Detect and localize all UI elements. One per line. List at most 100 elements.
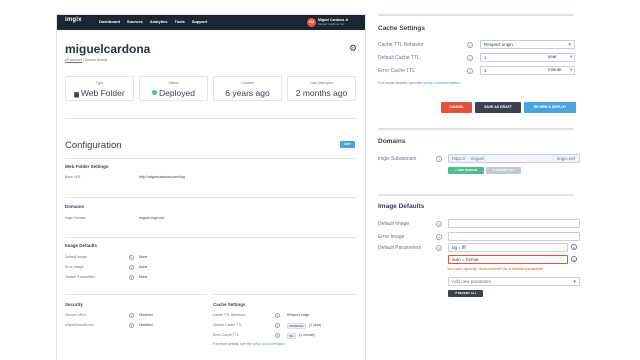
imgix-domain-value: miguel.imgix.net	[139, 216, 165, 220]
stat-label: Status	[168, 81, 179, 85]
default-cache-label: Default Cache TTL	[213, 323, 243, 327]
nav-link-analytics[interactable]: Analytics	[150, 19, 168, 24]
logo-text: imgix	[65, 17, 82, 23]
base-url-value: http://miguelcardona.com/img	[139, 175, 185, 179]
status-dot-icon	[152, 90, 158, 95]
domains-edit-heading: Domains	[378, 138, 406, 145]
edit-button[interactable]: EDIT	[340, 141, 355, 148]
secure-urls-label: Secure URLs	[65, 313, 86, 317]
default-cache-label: Default Cache TTL	[378, 55, 420, 61]
default-parameters-label: Default Parameters	[65, 275, 96, 279]
error-cache-label: Error Cache TTL	[213, 333, 239, 337]
error-image-input[interactable]	[448, 232, 580, 241]
divider	[378, 14, 574, 16]
default-image-label: Default Image	[378, 221, 410, 227]
cache-hint-link[interactable]: setup documentation	[423, 80, 460, 85]
param-error-message: You can't specify "auto=format" as a def…	[447, 266, 544, 271]
subdomain-field[interactable]: https:// miguel imgix.net	[448, 154, 580, 163]
add-domain-button[interactable]: + ADD DOMAIN	[448, 167, 484, 174]
param-input-1[interactable]: bg = fff	[448, 243, 568, 252]
cache-behavior-select[interactable]: Respect origin	[480, 40, 575, 49]
avatar[interactable]: CM	[307, 18, 316, 27]
gear-icon[interactable]: ⚙	[349, 43, 357, 54]
stat-value: 2 months ago	[295, 88, 348, 98]
divider	[65, 118, 357, 119]
default-parameters-label: Default Parameters	[378, 245, 422, 251]
user-menu[interactable]: Miguel Cardona Jr Miguel Cardona Inc	[318, 18, 349, 26]
default-image-label: Default Image	[65, 255, 87, 259]
cache-settings-edit-heading: Cache Settings	[378, 25, 425, 32]
help-icon[interactable]: ?	[436, 156, 442, 162]
help-icon[interactable]: ?	[129, 275, 134, 280]
cache-hint-link[interactable]: setup documentation	[253, 342, 286, 346]
help-icon[interactable]: ?	[129, 265, 134, 270]
divider	[65, 294, 206, 295]
help-icon[interactable]: ?	[275, 313, 280, 318]
help-icon[interactable]: ?	[436, 245, 442, 251]
default-parameters-value: None	[139, 275, 148, 279]
stat-value: 6 years ago	[225, 88, 270, 98]
cache-hint-suffix: .	[460, 80, 462, 85]
help-icon[interactable]: ?	[467, 42, 473, 48]
revert-image-defaults-button[interactable]: ↺ REVERT ALL	[448, 290, 483, 297]
divider	[378, 128, 574, 130]
error-image-label: Error Image	[65, 265, 84, 269]
save-draft-button[interactable]: SAVE AS DRAFT	[475, 102, 521, 113]
help-icon[interactable]: ?	[129, 313, 134, 318]
help-icon[interactable]: ?	[436, 221, 442, 227]
base-url-label: Base URL	[65, 175, 81, 179]
stat-card-type: Type ▆ Web Folder	[65, 76, 134, 101]
help-icon[interactable]: ?	[436, 234, 442, 240]
nav-link-tools[interactable]: Tools	[175, 19, 185, 24]
source-detail-panel: imgix Dashboard Sources Analytics Tools …	[56, 14, 366, 360]
stat-value: Deployed	[159, 88, 195, 98]
review-deploy-button[interactable]: REVIEW & DEPLOY	[524, 102, 576, 113]
breadcrumb-all-sources[interactable]: All sources	[65, 58, 82, 62]
subdomain-input[interactable]: miguel	[471, 156, 484, 161]
help-icon[interactable]: ?	[467, 55, 473, 61]
stat-label: Type	[95, 81, 104, 85]
error-cache-note: (1 minute)	[299, 333, 315, 337]
help-icon[interactable]: ?	[275, 323, 280, 328]
param-input-2[interactable]: auto = format	[448, 255, 568, 264]
error-cache-unit-select[interactable]: minute	[548, 67, 562, 72]
default-image-input[interactable]	[448, 219, 580, 228]
stat-value: Web Folder	[80, 88, 125, 98]
error-image-value: None	[139, 265, 148, 269]
help-icon[interactable]: ?	[275, 333, 280, 338]
nav-link-sources[interactable]: Sources	[127, 19, 143, 24]
cache-hint-text: For more details, see the	[213, 342, 253, 346]
configuration-heading: Configuration	[65, 140, 122, 151]
page-title: miguelcardona	[65, 42, 151, 56]
error-cache-value: 60s	[287, 333, 296, 339]
chevron-down-icon: ▾	[570, 67, 573, 72]
remove-param-icon[interactable]: ×	[571, 256, 577, 262]
help-icon[interactable]: ?	[129, 255, 134, 260]
top-nav: imgix Dashboard Sources Analytics Tools …	[57, 15, 365, 30]
error-image-label: Error Image	[378, 234, 405, 240]
add-parameter-select[interactable]: Add new parameter...	[448, 277, 580, 286]
divider	[213, 294, 357, 295]
imgix-domain-label: imgix Domain	[65, 216, 87, 220]
help-icon[interactable]: ?	[129, 323, 134, 328]
web-folder-heading: Web Folder Settings	[65, 164, 109, 169]
default-cache-unit-select[interactable]: year	[548, 54, 557, 59]
nav-link-dashboard[interactable]: Dashboard	[99, 19, 120, 24]
imgix-logo[interactable]: imgix	[65, 17, 82, 23]
divider	[65, 197, 357, 198]
default-cache-note: (1 year)	[309, 323, 322, 327]
cache-behavior-value: Respect origin	[287, 313, 310, 317]
remove-param-icon[interactable]: ×	[571, 244, 577, 250]
revert-domains-button[interactable]: ↺ REVERT ALL	[486, 167, 521, 174]
default-cache-number-input[interactable]: 1	[480, 53, 575, 62]
cancel-button[interactable]: CANCEL	[441, 102, 472, 113]
mixpa-secured-value: Disabled	[139, 323, 153, 327]
chevron-down-icon: ▾	[570, 54, 573, 59]
stat-card-created: Created 6 years ago	[213, 76, 282, 101]
help-icon[interactable]: ?	[467, 68, 473, 74]
mixpa-secured-label: mixpaSecured.xml	[65, 323, 94, 327]
error-cache-label: Error Cache TTL	[378, 68, 416, 74]
divider	[378, 194, 574, 196]
nav-link-support[interactable]: Support	[192, 19, 207, 24]
security-heading: Security	[65, 302, 83, 307]
